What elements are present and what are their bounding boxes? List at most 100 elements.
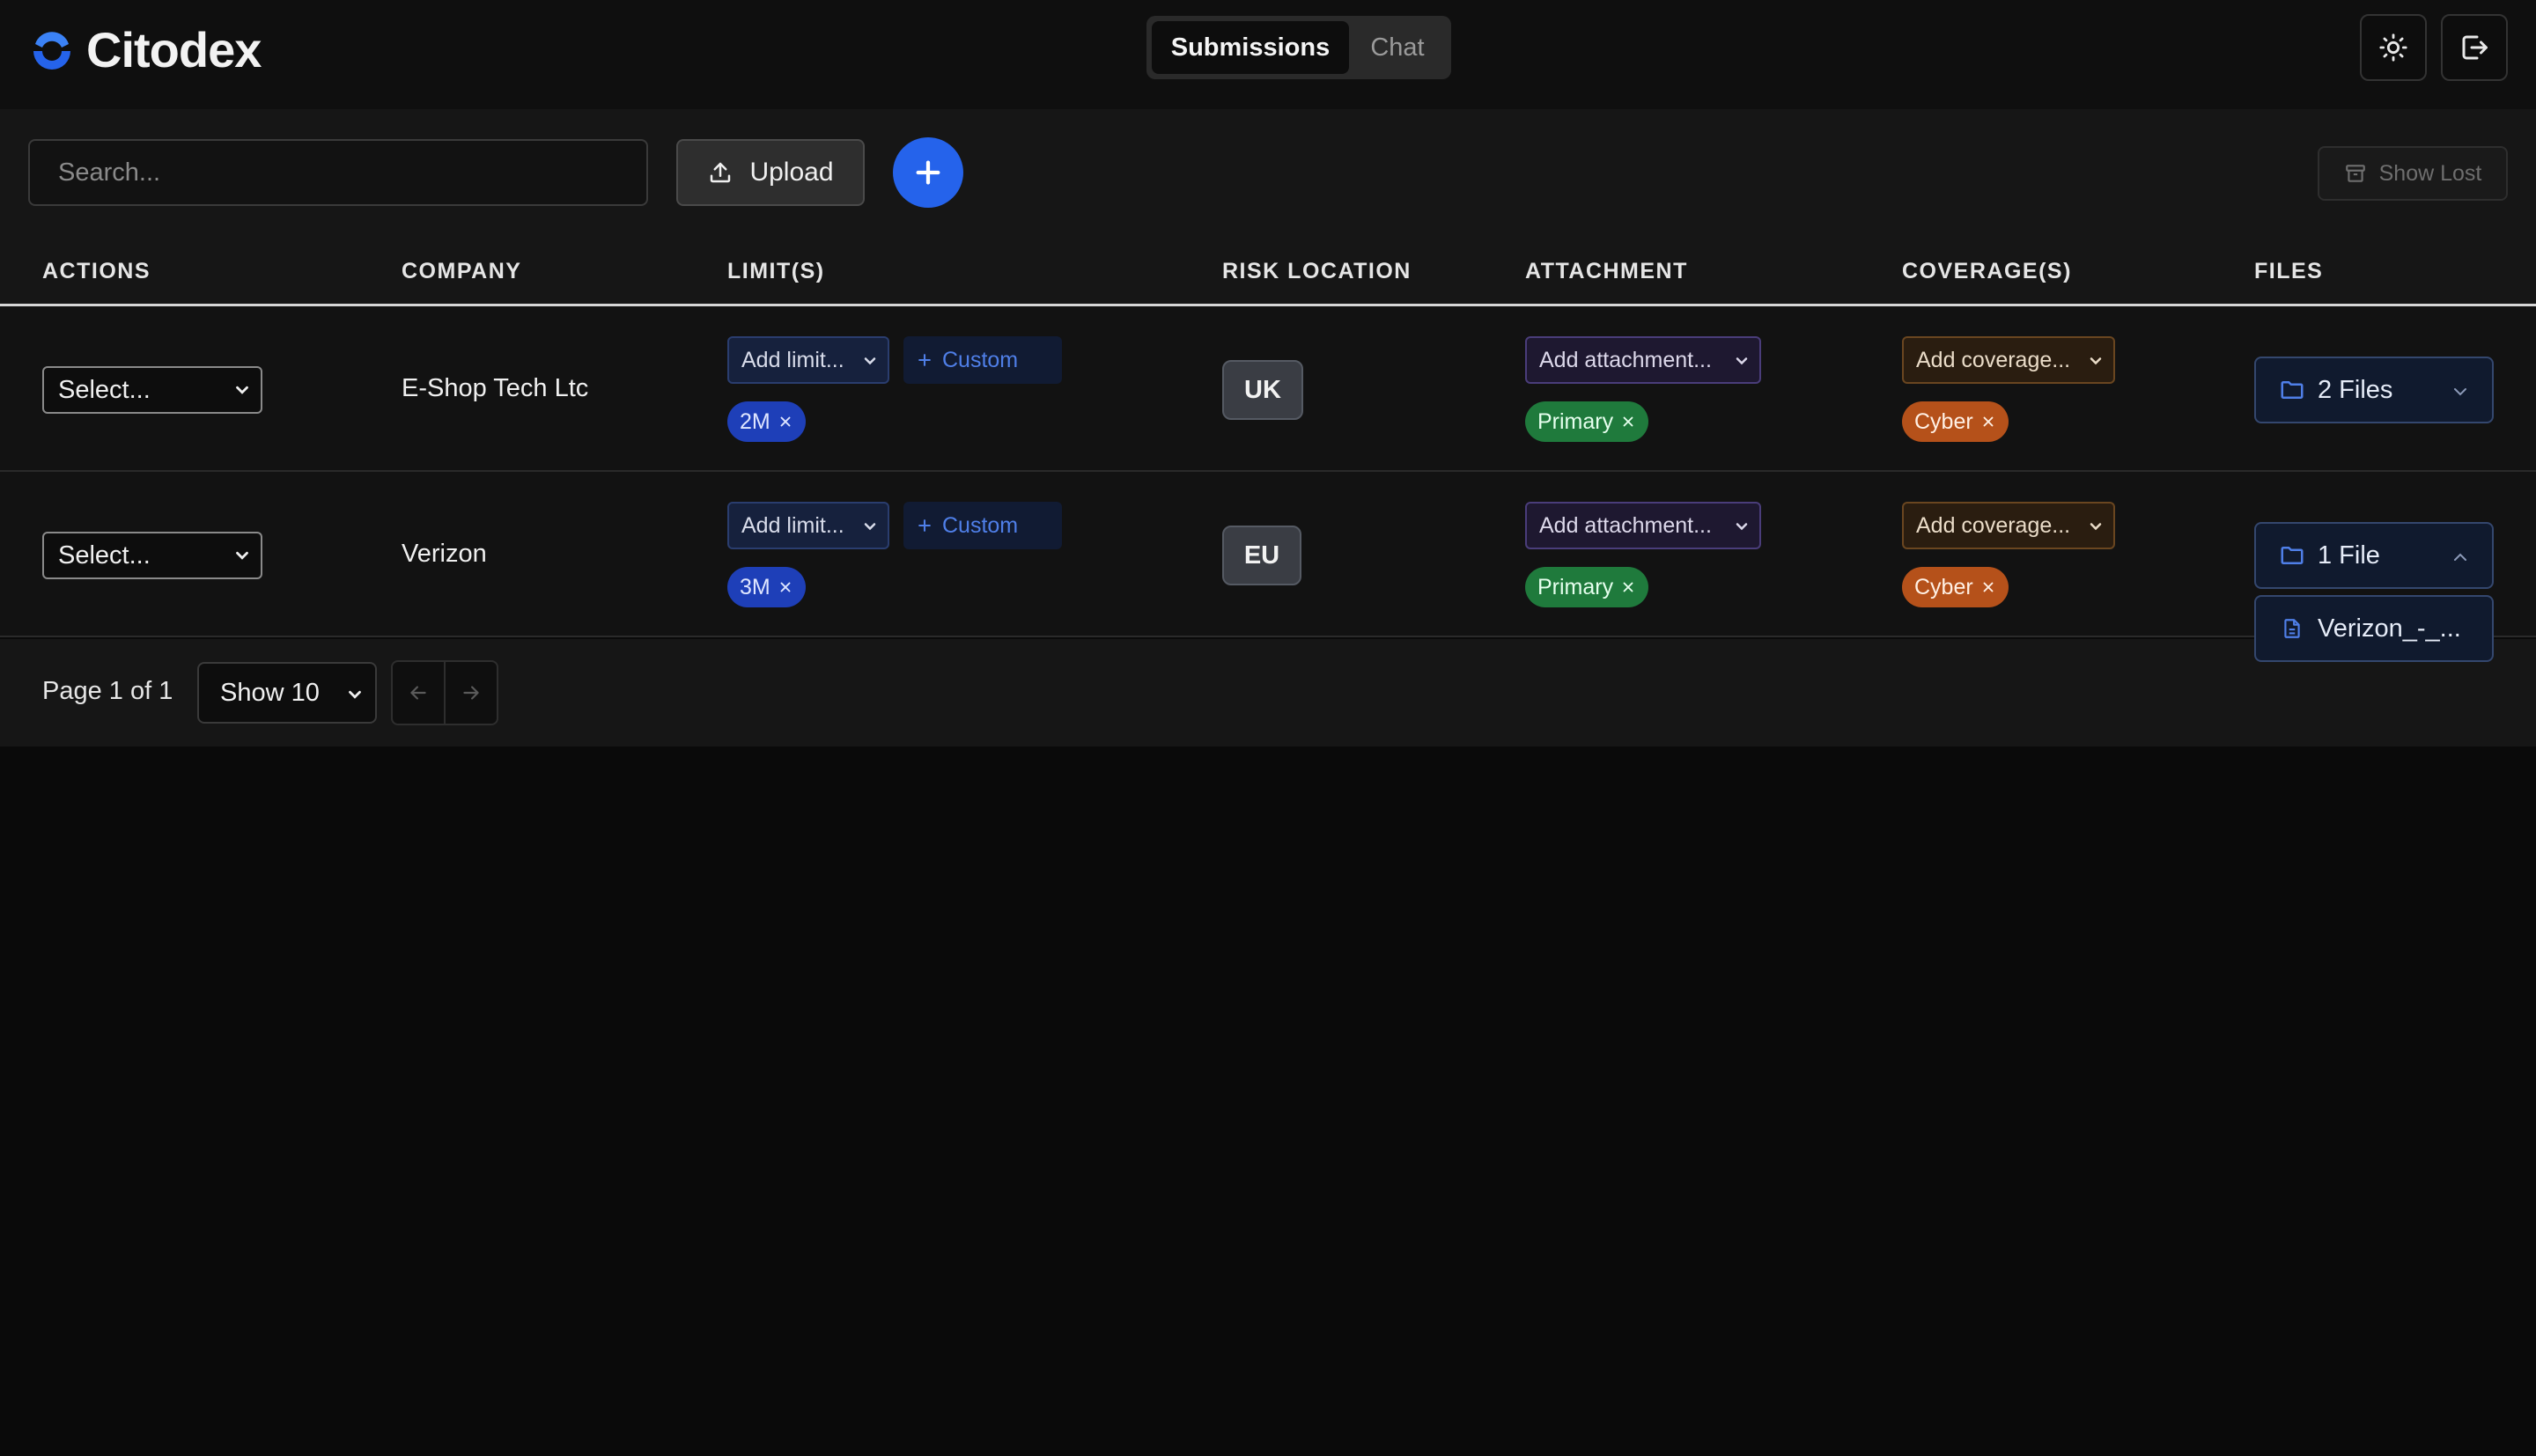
attachment-chip[interactable]: Primary: [1525, 567, 1649, 607]
tab-chat[interactable]: Chat: [1349, 21, 1446, 74]
arrow-left-icon: [410, 686, 426, 700]
attachment-chip-label: Primary: [1537, 574, 1614, 599]
show-lost-label: Show Lost: [2378, 160, 2482, 186]
chevron-down-icon: [2454, 388, 2466, 396]
plus-icon: [916, 160, 940, 185]
logout-button[interactable]: [2441, 14, 2508, 81]
chevron-down-icon: [236, 386, 248, 394]
coverage-chip[interactable]: Cyber: [1902, 401, 2009, 442]
chevron-down-icon: [864, 523, 876, 531]
add-limit-label: Add limit...: [741, 512, 844, 538]
header-files: FILES: [2254, 259, 2324, 283]
arrow-right-icon: [463, 686, 479, 700]
search-input[interactable]: [28, 139, 648, 206]
add-limit-label: Add limit...: [741, 347, 844, 372]
attachment-chip[interactable]: Primary: [1525, 401, 1649, 442]
upload-button[interactable]: Upload: [676, 139, 865, 206]
add-coverage-label: Add coverage...: [1916, 347, 2071, 372]
main-tabs: Submissions Chat: [1146, 16, 1451, 79]
coverage-chip[interactable]: Cyber: [1902, 567, 2009, 607]
custom-label: Custom: [942, 512, 1019, 538]
coverage-chip-label: Cyber: [1914, 574, 1973, 599]
file-list-item[interactable]: Verizon_-_...: [2254, 595, 2494, 662]
action-select[interactable]: Select...: [42, 366, 262, 414]
close-icon[interactable]: [1620, 414, 1636, 430]
header-limits: LIMIT(S): [727, 259, 825, 283]
page-indicator: Page 1 of 1: [42, 677, 173, 705]
header-coverages: COVERAGE(S): [1902, 259, 2072, 283]
header-attachment: ATTACHMENT: [1525, 259, 1688, 283]
files-label: 2 Files: [2318, 375, 2393, 404]
folder-icon: [2281, 547, 2304, 564]
show-lost-button[interactable]: Show Lost: [2318, 146, 2508, 201]
header-risk-location: RISK LOCATION: [1222, 259, 1412, 283]
limit-chip-label: 3M: [740, 574, 770, 599]
action-select[interactable]: Select...: [42, 532, 262, 579]
logo-icon: [33, 31, 70, 70]
chevron-down-icon: [2090, 523, 2102, 531]
close-icon[interactable]: [1980, 414, 1996, 430]
page-size-value: Show 10: [220, 678, 320, 707]
folder-icon: [2281, 381, 2304, 399]
files-label: 1 File: [2318, 540, 2380, 570]
tab-submissions[interactable]: Submissions: [1152, 21, 1349, 74]
add-submission-button[interactable]: [893, 137, 963, 208]
company-name: Verizon: [402, 540, 487, 568]
add-limit-dropdown[interactable]: Add limit...: [727, 502, 889, 549]
limit-chip-label: 2M: [740, 408, 770, 434]
plus-icon: [918, 354, 931, 366]
files-dropdown-button[interactable]: 1 File: [2254, 522, 2494, 589]
chevron-down-icon: [2090, 357, 2102, 365]
chevron-up-icon: [2454, 553, 2466, 561]
logout-icon: [2462, 35, 2488, 60]
action-select-value: Select...: [58, 375, 151, 404]
document-icon: [2284, 619, 2300, 638]
close-icon[interactable]: [1980, 579, 1996, 595]
theme-toggle-button[interactable]: [2360, 14, 2427, 81]
limit-chip[interactable]: 3M: [727, 567, 806, 607]
add-attachment-label: Add attachment...: [1539, 347, 1712, 372]
file-name: Verizon_-_...: [2318, 614, 2461, 643]
chevron-down-icon: [236, 551, 248, 560]
action-select-value: Select...: [58, 540, 151, 570]
logo[interactable]: Citodex: [26, 21, 262, 78]
risk-location-badge: EU: [1222, 526, 1301, 585]
upload-label: Upload: [749, 158, 834, 187]
chevron-down-icon: [1736, 523, 1748, 531]
table-row: Select... Verizon Add limit... Custom 3M…: [0, 474, 2536, 637]
add-attachment-label: Add attachment...: [1539, 512, 1712, 538]
chevron-down-icon: [864, 357, 876, 365]
close-icon[interactable]: [778, 414, 793, 430]
custom-label: Custom: [942, 347, 1019, 372]
add-coverage-dropdown[interactable]: Add coverage...: [1902, 336, 2115, 384]
upload-icon: [711, 162, 731, 183]
header-company: COMPANY: [402, 259, 522, 283]
close-icon[interactable]: [778, 579, 793, 595]
pagination-bar: Page 1 of 1 Show 10: [0, 639, 2536, 746]
table-row: Select... E-Shop Tech Ltc Add limit... C…: [0, 308, 2536, 472]
coverage-chip-label: Cyber: [1914, 408, 1973, 434]
sun-icon: [2379, 33, 2407, 62]
add-limit-dropdown[interactable]: Add limit...: [727, 336, 889, 384]
app-name: Citodex: [86, 22, 262, 77]
previous-page-button[interactable]: [391, 660, 446, 725]
page-size-select[interactable]: Show 10: [197, 662, 377, 724]
close-icon[interactable]: [1620, 579, 1636, 595]
next-page-button[interactable]: [444, 660, 498, 725]
files-dropdown-button[interactable]: 2 Files: [2254, 357, 2494, 423]
add-coverage-dropdown[interactable]: Add coverage...: [1902, 502, 2115, 549]
add-attachment-dropdown[interactable]: Add attachment...: [1525, 502, 1761, 549]
custom-limit-button[interactable]: Custom: [903, 502, 1062, 549]
plus-icon: [918, 519, 931, 532]
submissions-table: ACTIONS COMPANY LIMIT(S) RISK LOCATION A…: [0, 236, 2536, 637]
custom-limit-button[interactable]: Custom: [903, 336, 1062, 384]
header-actions: ACTIONS: [42, 259, 151, 283]
chevron-down-icon: [1736, 357, 1748, 365]
add-attachment-dropdown[interactable]: Add attachment...: [1525, 336, 1761, 384]
company-name: E-Shop Tech Ltc: [402, 374, 589, 402]
top-bar: Citodex Submissions Chat: [0, 0, 2536, 109]
toolbar: Upload Show Lost: [0, 109, 2536, 236]
limit-chip[interactable]: 2M: [727, 401, 806, 442]
add-coverage-label: Add coverage...: [1916, 512, 2071, 538]
risk-location-badge: UK: [1222, 360, 1303, 420]
